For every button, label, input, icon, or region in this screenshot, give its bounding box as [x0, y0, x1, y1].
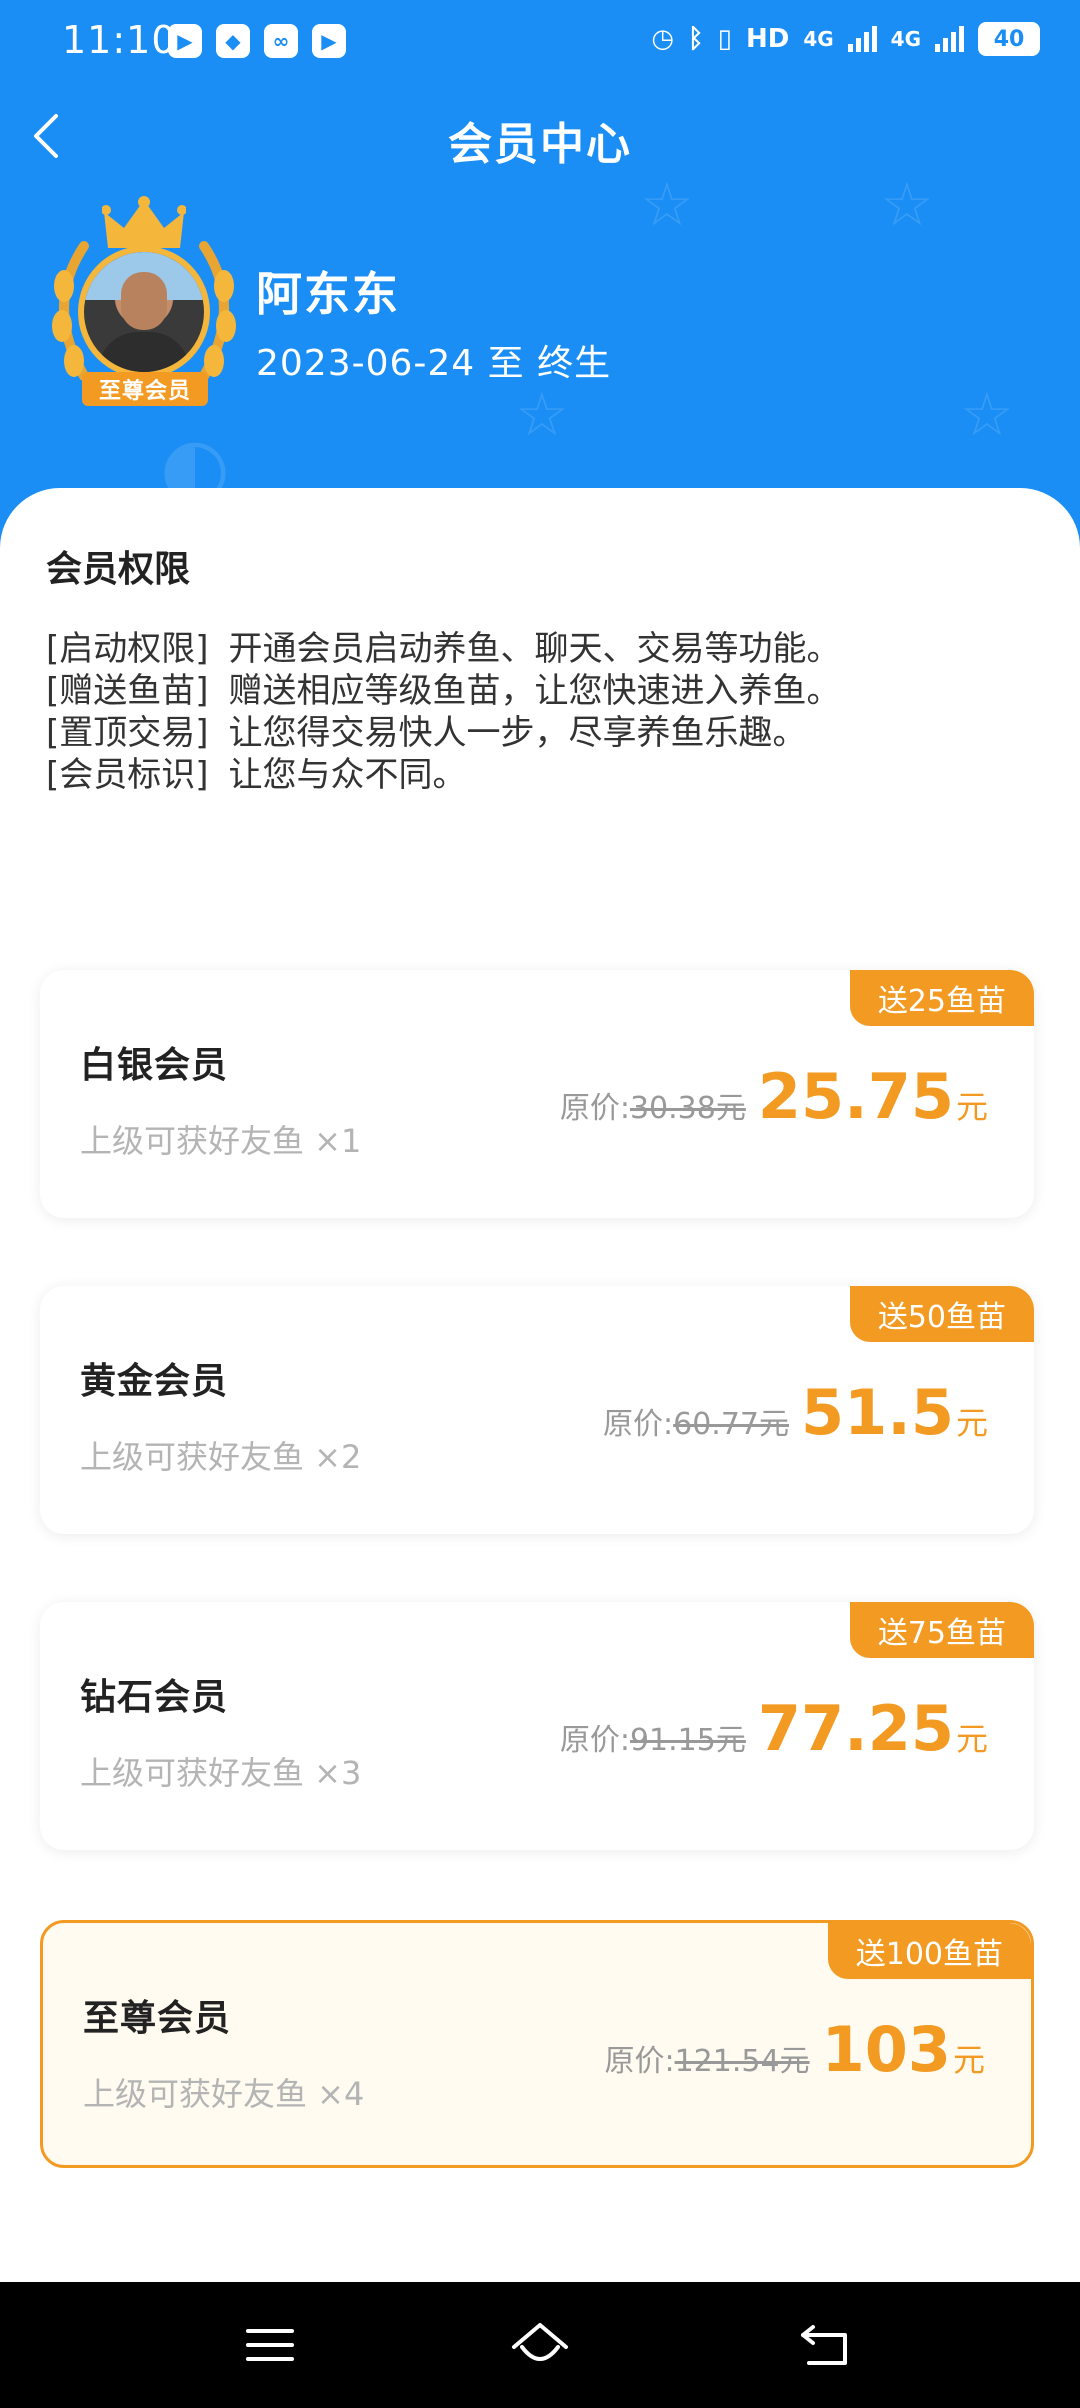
battery-icon: 40 [978, 22, 1040, 56]
permission-tag: [启动权限] [46, 629, 209, 669]
price-unit: 元 [955, 1720, 988, 1758]
star-decoration-icon: ☆ [960, 380, 1014, 450]
permission-text: 开通会员启动养鱼、聊天、交易等功能。 [228, 629, 841, 669]
gift-badge: 送50鱼苗 [849, 1286, 1034, 1342]
home-icon [512, 2323, 568, 2361]
permission-tag: [赠送鱼苗] [46, 671, 209, 711]
menu-icon [246, 2329, 294, 2361]
original-price-label: 原价: [604, 2044, 675, 2079]
plan-reward: 上级可获好友鱼 ×1 [80, 1122, 362, 1160]
plan-price: 51.5 [801, 1376, 954, 1449]
original-price-label: 原价: [559, 1091, 630, 1126]
video-app-icon: ▶ [168, 24, 202, 58]
original-price: 30.38元 [629, 1091, 746, 1126]
price-unit: 元 [955, 1088, 988, 1126]
vibrate-icon: ▯ [717, 24, 732, 54]
play-app-icon: ▶ [312, 24, 346, 58]
price-row: 原价: 30.38元 25.75 元 [560, 1060, 988, 1133]
status-time: 11:10 [62, 18, 177, 62]
plan-name: 黄金会员 [80, 1361, 229, 1402]
price-row: 原价: 91.15元 77.25 元 [560, 1692, 988, 1765]
plan-card-silver[interactable]: 送25鱼苗 白银会员 上级可获好友鱼 ×1 原价: 30.38元 25.75 元 [40, 970, 1034, 1218]
avatar-frame[interactable]: 至尊会员 [44, 196, 244, 416]
original-price: 91.15元 [629, 1723, 746, 1758]
status-indicators: ◷ ᛒ ▯ HD 4G 4G 40 [651, 22, 1040, 56]
plan-price: 103 [821, 2013, 951, 2086]
original-price: 60.77元 [673, 1407, 789, 1442]
price-unit: 元 [955, 1404, 988, 1442]
permission-text: 让您得交易快人一步，尽享养鱼乐趣。 [228, 713, 807, 753]
user-name: 阿东东 [256, 267, 400, 321]
return-button[interactable] [790, 2312, 860, 2378]
gift-badge: 送25鱼苗 [849, 970, 1034, 1026]
plan-card-diamond[interactable]: 送75鱼苗 钻石会员 上级可获好友鱼 ×3 原价: 91.15元 77.25 元 [40, 1602, 1034, 1850]
status-bar: 11:10 ▶ ◆ ∞ ▶ ◷ ᛒ ▯ HD 4G 4G 40 [0, 0, 1080, 86]
price-row: 原价: 121.54元 103 元 [604, 2013, 985, 2086]
hd-icon: HD [745, 24, 790, 54]
signal-icon [935, 26, 964, 52]
permission-item: [赠送鱼苗] 赠送相应等级鱼苗，让您快速进入养鱼。 [46, 670, 841, 712]
star-decoration-icon: ☆ [640, 170, 694, 240]
plan-reward: 上级可获好友鱼 ×2 [80, 1438, 362, 1476]
network-label-1: 4G [803, 27, 834, 51]
link-app-icon: ∞ [264, 24, 298, 58]
original-price-label: 原价: [603, 1407, 674, 1442]
network-label-2: 4G [890, 27, 921, 51]
price-row: 原价: 60.77元 51.5 元 [603, 1376, 988, 1449]
vip-level-badge: 至尊会员 [82, 372, 208, 406]
plan-card-supreme[interactable]: 送100鱼苗 至尊会员 上级可获好友鱼 ×4 原价: 121.54元 103 元 [40, 1920, 1034, 2168]
permission-item: [启动权限] 开通会员启动养鱼、聊天、交易等功能。 [46, 628, 841, 670]
permission-text: 让您与众不同。 [228, 755, 467, 795]
gift-badge: 送75鱼苗 [849, 1602, 1034, 1658]
page-title: 会员中心 [448, 119, 632, 170]
permissions-list: [启动权限] 开通会员启动养鱼、聊天、交易等功能。 [赠送鱼苗] 赠送相应等级鱼… [46, 628, 841, 796]
plan-reward: 上级可获好友鱼 ×3 [80, 1754, 362, 1792]
return-icon [801, 2325, 847, 2365]
avatar[interactable] [78, 246, 210, 378]
alarm-icon: ◷ [651, 24, 675, 54]
permissions-title: 会员权限 [46, 549, 191, 590]
notification-icons: ▶ ◆ ∞ ▶ [168, 24, 346, 58]
plan-name: 白银会员 [80, 1045, 229, 1086]
plan-price: 77.25 [757, 1692, 954, 1765]
permission-item: [会员标识] 让您与众不同。 [46, 754, 841, 796]
star-decoration-icon: ☆ [515, 380, 569, 450]
system-nav-bar [0, 2282, 1080, 2408]
membership-validity: 2023-06-24 至 终生 [256, 343, 612, 384]
plan-price: 25.75 [757, 1060, 954, 1133]
permission-tag: [会员标识] [46, 755, 209, 795]
plan-reward: 上级可获好友鱼 ×4 [83, 2075, 365, 2113]
plan-name: 至尊会员 [83, 1998, 232, 2039]
price-unit: 元 [952, 2041, 985, 2079]
permission-item: [置顶交易] 让您得交易快人一步，尽享养鱼乐趣。 [46, 712, 841, 754]
menu-button[interactable] [235, 2312, 305, 2378]
home-button[interactable] [505, 2312, 575, 2378]
star-decoration-icon: ☆ [880, 170, 934, 240]
bluetooth-icon: ᛒ [688, 24, 704, 54]
plan-name: 钻石会员 [80, 1677, 229, 1718]
original-price-label: 原价: [559, 1723, 630, 1758]
original-price: 121.54元 [674, 2044, 810, 2079]
gift-badge: 送100鱼苗 [827, 1923, 1031, 1979]
map-app-icon: ◆ [216, 24, 250, 58]
permission-text: 赠送相应等级鱼苗，让您快速进入养鱼。 [228, 671, 841, 711]
plan-card-gold[interactable]: 送50鱼苗 黄金会员 上级可获好友鱼 ×2 原价: 60.77元 51.5 元 [40, 1286, 1034, 1534]
signal-icon [847, 26, 877, 52]
nav-bar: 会员中心 [0, 96, 1080, 176]
permission-tag: [置顶交易] [46, 713, 209, 753]
